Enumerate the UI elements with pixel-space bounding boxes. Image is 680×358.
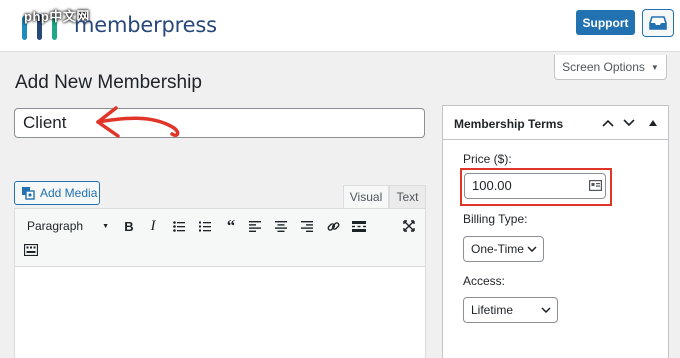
italic-icon[interactable]: I bbox=[143, 216, 163, 236]
tab-visual[interactable]: Visual bbox=[343, 185, 389, 209]
chevron-down-icon[interactable] bbox=[621, 115, 637, 131]
caret-down-icon: ▼ bbox=[102, 222, 109, 230]
fullscreen-icon[interactable] bbox=[399, 216, 419, 236]
billing-type-value: One-Time bbox=[471, 242, 524, 256]
add-media-label: Add Media bbox=[40, 186, 98, 200]
price-input[interactable]: 100.00 bbox=[464, 173, 606, 199]
screen-options-label: Screen Options bbox=[562, 60, 645, 74]
content-editor[interactable]: Paragraph ▼ B I “ bbox=[14, 208, 426, 358]
format-select[interactable]: Paragraph ▼ bbox=[21, 215, 113, 237]
numbered-list-icon[interactable] bbox=[195, 216, 215, 236]
editor-toolbar: Paragraph ▼ B I “ bbox=[15, 209, 425, 267]
inbox-button[interactable] bbox=[642, 9, 674, 37]
price-label: Price ($): bbox=[463, 152, 512, 166]
red-arrow-annotation bbox=[96, 106, 180, 138]
billing-type-label: Billing Type: bbox=[463, 212, 528, 226]
align-center-icon[interactable] bbox=[271, 216, 291, 236]
tab-text[interactable]: Text bbox=[389, 185, 426, 209]
bullet-list-icon[interactable] bbox=[169, 216, 189, 236]
read-more-icon[interactable] bbox=[349, 216, 369, 236]
link-icon[interactable] bbox=[323, 216, 343, 236]
membership-title-input[interactable]: Client bbox=[14, 108, 425, 138]
chevron-down-icon bbox=[527, 246, 537, 252]
align-left-icon[interactable] bbox=[245, 216, 265, 236]
bold-icon[interactable]: B bbox=[119, 216, 139, 236]
format-select-value: Paragraph bbox=[27, 219, 84, 233]
collapse-toggle-icon[interactable] bbox=[645, 115, 661, 131]
memberpress-logo[interactable]: php中文网 memberpress bbox=[18, 6, 217, 42]
screen-options-button[interactable]: Screen Options ▼ bbox=[554, 55, 667, 80]
add-media-icon bbox=[22, 187, 35, 200]
panel-title: Membership Terms bbox=[454, 117, 564, 131]
toolbar-toggle-icon[interactable] bbox=[21, 240, 41, 260]
page-title: Add New Membership bbox=[15, 72, 202, 93]
card-icon bbox=[589, 180, 602, 191]
inbox-icon bbox=[649, 16, 667, 30]
membership-terms-panel: Membership Terms Price ($): 100.00 Billi… bbox=[442, 105, 669, 358]
access-select[interactable]: Lifetime bbox=[463, 297, 558, 323]
caret-down-icon: ▼ bbox=[650, 62, 659, 72]
blockquote-icon[interactable]: “ bbox=[221, 216, 241, 236]
billing-type-select[interactable]: One-Time bbox=[463, 236, 544, 262]
chevron-down-icon bbox=[541, 307, 551, 313]
align-right-icon[interactable] bbox=[297, 216, 317, 236]
brand-name: memberpress bbox=[74, 13, 217, 37]
top-bar: php中文网 memberpress Support bbox=[0, 0, 680, 52]
chevron-up-icon[interactable] bbox=[600, 115, 616, 131]
access-value: Lifetime bbox=[471, 303, 514, 317]
add-media-button[interactable]: Add Media bbox=[14, 181, 100, 205]
access-label: Access: bbox=[463, 274, 506, 288]
support-button[interactable]: Support bbox=[576, 10, 635, 35]
panel-header: Membership Terms bbox=[443, 106, 668, 140]
